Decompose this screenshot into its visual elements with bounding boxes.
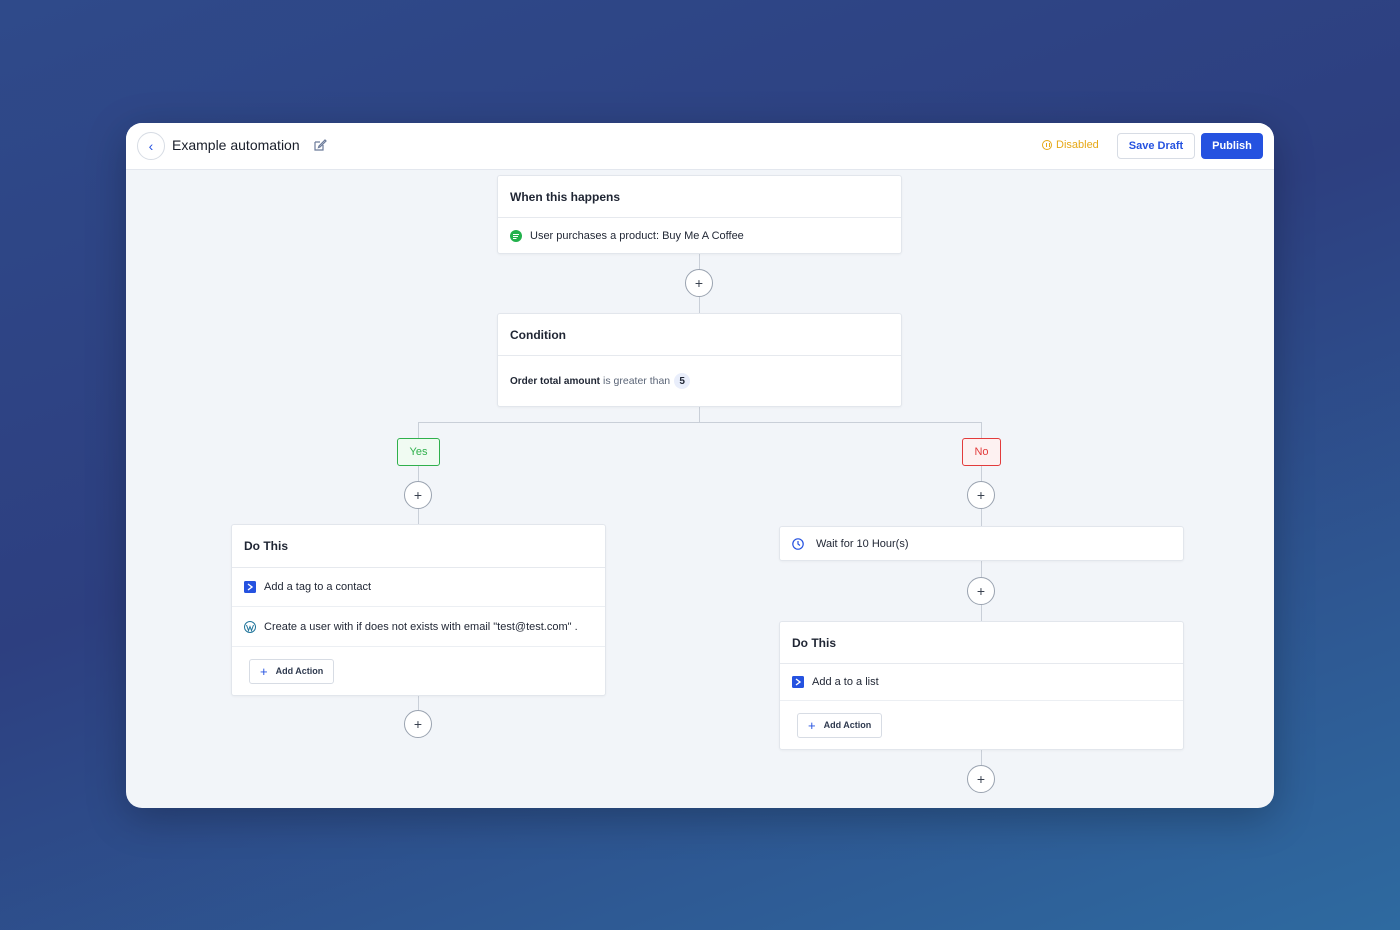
status-badge: Disabled xyxy=(1042,139,1099,151)
publish-button[interactable]: Publish xyxy=(1201,133,1263,159)
trigger-heading: When this happens xyxy=(498,176,901,218)
plus-icon: + xyxy=(976,583,986,599)
plus-icon: + xyxy=(976,487,986,503)
branch-no-badge: No xyxy=(962,438,1001,466)
trigger-event-text: User purchases a product: Buy Me A Coffe… xyxy=(530,230,744,242)
wait-card[interactable]: Wait for 10 Hour(s) xyxy=(779,526,1184,561)
plus-icon: + xyxy=(976,771,986,787)
add-step-button-yes[interactable]: + xyxy=(404,481,432,509)
plus-icon: + xyxy=(413,487,423,503)
fluentcart-icon xyxy=(510,230,522,242)
add-action-label: Add Action xyxy=(823,720,872,730)
condition-value: 5 xyxy=(674,373,691,389)
plus-icon: + xyxy=(808,717,816,733)
yes-action-text-2: Create a user with if does not exists wi… xyxy=(264,620,578,633)
condition-field: Order total amount xyxy=(510,375,601,387)
yes-action-heading: Do This xyxy=(232,525,605,568)
add-step-button-yes-end[interactable]: + xyxy=(404,710,432,738)
page-title: Example automation xyxy=(172,137,300,153)
fluentcrm-icon xyxy=(792,676,804,688)
condition-card[interactable]: Condition Order total amount is greater … xyxy=(497,313,902,407)
yes-add-action-row: + Add Action xyxy=(232,647,605,695)
connector-line xyxy=(699,407,700,423)
plus-icon: + xyxy=(694,275,704,291)
yes-action-row-1[interactable]: Add a tag to a contact xyxy=(232,568,605,607)
wait-text: Wait for 10 Hour(s) xyxy=(816,537,909,550)
back-button[interactable]: ‹ xyxy=(137,132,165,160)
no-action-text-1: Add a to a list xyxy=(812,676,879,688)
no-action-row-1[interactable]: Add a to a list xyxy=(780,664,1183,701)
chevron-left-icon: ‹ xyxy=(148,138,154,154)
edit-icon[interactable] xyxy=(313,138,327,152)
add-step-button[interactable]: + xyxy=(685,269,713,297)
add-action-label: Add Action xyxy=(275,666,324,676)
trigger-card[interactable]: When this happens User purchases a produ… xyxy=(497,175,902,254)
yes-action-card[interactable]: Do This Add a tag to a contact Create a … xyxy=(231,524,606,696)
add-step-button-no-mid[interactable]: + xyxy=(967,577,995,605)
condition-rule-row[interactable]: Order total amount is greater than 5 xyxy=(498,356,901,406)
workflow-canvas: When this happens User purchases a produ… xyxy=(126,170,1274,808)
plus-icon: + xyxy=(413,716,423,732)
connector-line xyxy=(418,422,981,423)
no-action-heading: Do This xyxy=(780,622,1183,664)
no-action-card[interactable]: Do This Add a to a list + Add Action xyxy=(779,621,1184,750)
yes-action-row-2[interactable]: Create a user with if does not exists wi… xyxy=(232,607,605,647)
status-text: Disabled xyxy=(1056,139,1099,151)
add-step-button-no-end[interactable]: + xyxy=(967,765,995,793)
top-bar: ‹ Example automation Disabled Save Draft… xyxy=(126,123,1274,170)
add-action-button[interactable]: + Add Action xyxy=(797,712,883,738)
automation-editor-window: ‹ Example automation Disabled Save Draft… xyxy=(126,123,1274,808)
pause-icon xyxy=(1042,140,1052,150)
clock-icon xyxy=(792,537,804,550)
branch-yes-badge: Yes xyxy=(397,438,440,466)
fluentcrm-icon xyxy=(244,581,256,593)
wordpress-icon xyxy=(244,620,256,633)
add-step-button-no[interactable]: + xyxy=(967,481,995,509)
wait-row[interactable]: Wait for 10 Hour(s) xyxy=(780,527,1183,560)
yes-action-text-1: Add a tag to a contact xyxy=(264,581,372,593)
trigger-event-row[interactable]: User purchases a product: Buy Me A Coffe… xyxy=(498,218,901,254)
add-action-button[interactable]: + Add Action xyxy=(249,658,335,684)
save-draft-button[interactable]: Save Draft xyxy=(1117,133,1195,159)
plus-icon: + xyxy=(260,663,268,679)
no-add-action-row: + Add Action xyxy=(780,701,1183,749)
condition-operator: is greater than xyxy=(603,375,671,387)
condition-heading: Condition xyxy=(498,314,901,356)
